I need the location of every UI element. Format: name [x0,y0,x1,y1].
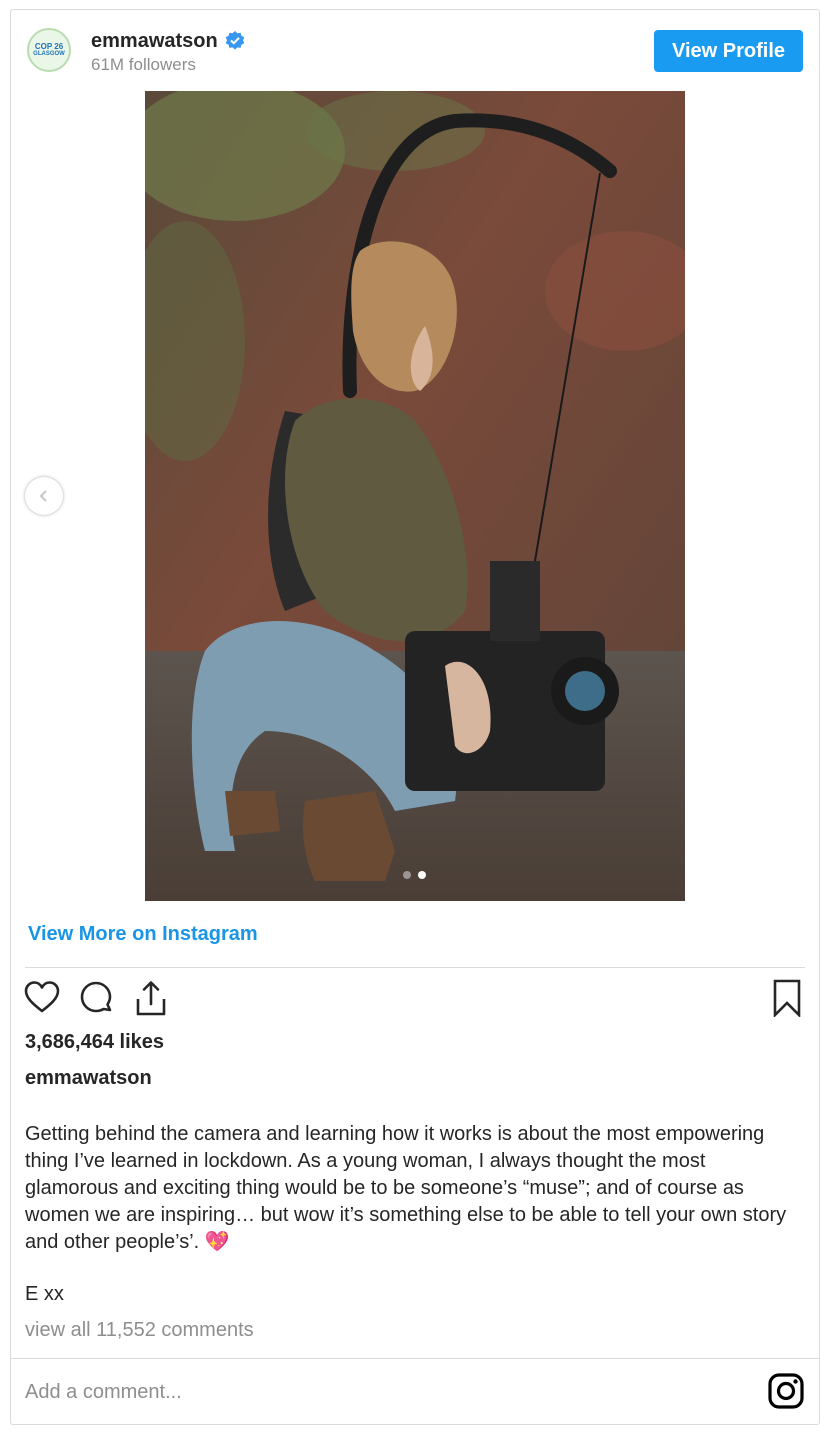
post-photo[interactable] [145,91,685,901]
profile-username[interactable]: emmawatson [91,30,218,53]
instagram-icon[interactable] [767,1372,805,1410]
share-icon[interactable] [132,979,170,1017]
bookmark-icon[interactable] [768,979,806,1017]
carousel-prev-button[interactable] [25,477,63,515]
view-more-link[interactable]: View More on Instagram [28,923,258,946]
caption-text: Getting behind the camera and learning h… [25,1123,787,1253]
view-profile-button[interactable]: View Profile [654,30,803,72]
verified-badge-icon [225,31,245,50]
caption-username[interactable]: emmawatson [25,1067,152,1090]
chevron-left-icon [39,490,47,502]
add-comment-input[interactable]: Add a comment... [25,1381,182,1404]
post-header: COP 26 GLASGOW emmawatson 61M followers … [11,10,819,92]
avatar-text-line1: COP 26 [34,42,64,51]
carousel-dot-2 [418,871,426,879]
avatar-text-line2: GLASGOW [33,51,65,57]
follower-count: 61M followers [91,55,196,74]
instagram-embed-card: COP 26 GLASGOW emmawatson 61M followers … [10,9,820,1425]
heart-icon[interactable] [23,979,61,1017]
view-comments-link[interactable]: view all 11,552 comments [25,1319,254,1342]
caption-signoff: E xx [25,1283,64,1305]
like-count[interactable]: 3,686,464 likes [25,1031,164,1054]
comment-icon[interactable] [77,979,115,1017]
avatar[interactable]: COP 26 GLASGOW [27,28,71,72]
divider [25,967,805,968]
carousel-dot-1 [403,871,411,879]
divider [11,1358,819,1359]
